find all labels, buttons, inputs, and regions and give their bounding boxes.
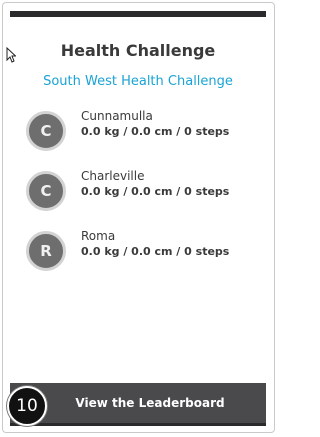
avatar: C xyxy=(26,111,66,151)
view-leaderboard-button[interactable]: View the Leaderboard xyxy=(10,383,266,426)
participant-name: Roma xyxy=(81,229,116,243)
step-number-badge: 10 xyxy=(7,386,47,426)
card-title: Health Challenge xyxy=(60,41,216,60)
participant-stats: 0.0 kg / 0.0 cm / 0 steps xyxy=(81,125,230,138)
header-bar xyxy=(10,11,266,17)
participant-name: Cunnamulla xyxy=(81,109,153,123)
avatar: R xyxy=(26,231,66,271)
participant-item: C Cunnamulla 0.0 kg / 0.0 cm / 0 steps xyxy=(26,108,266,168)
participant-item: R Roma 0.0 kg / 0.0 cm / 0 steps xyxy=(26,228,266,288)
avatar: C xyxy=(26,171,66,211)
participant-stats: 0.0 kg / 0.0 cm / 0 steps xyxy=(81,185,230,198)
challenge-link[interactable]: South West Health Challenge xyxy=(10,74,266,89)
participant-name: Charleville xyxy=(81,169,145,183)
participant-list: C Cunnamulla 0.0 kg / 0.0 cm / 0 steps C… xyxy=(26,108,266,288)
participant-item: C Charleville 0.0 kg / 0.0 cm / 0 steps xyxy=(26,168,266,228)
participant-stats: 0.0 kg / 0.0 cm / 0 steps xyxy=(81,245,230,258)
